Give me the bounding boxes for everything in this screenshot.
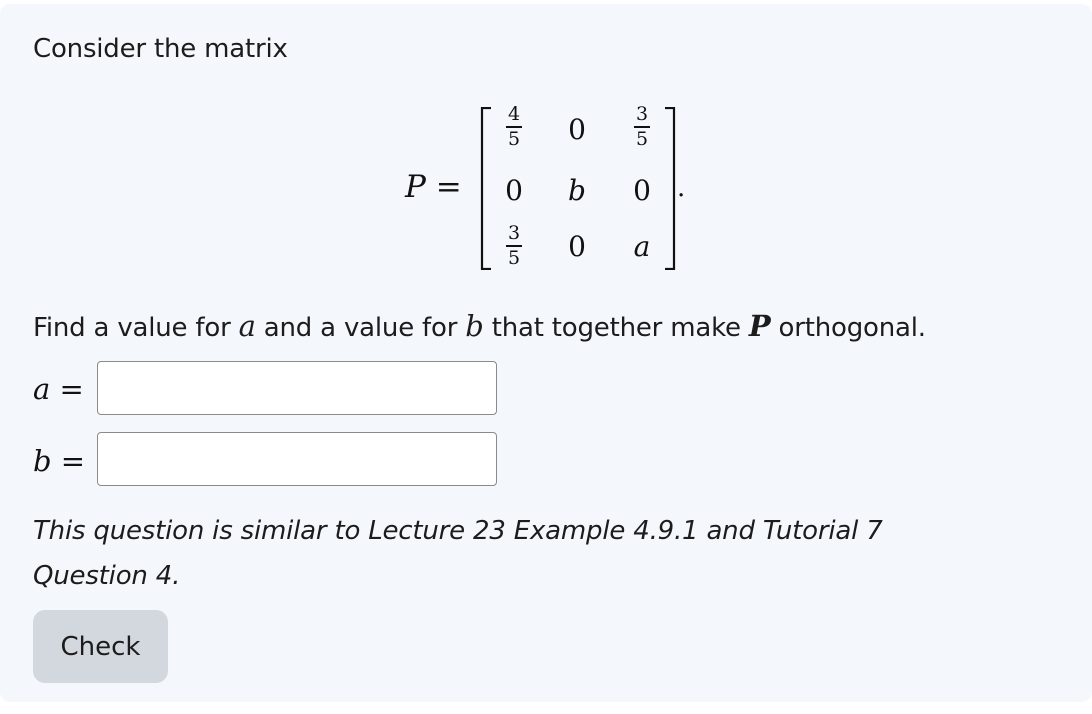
b-label: b = [33,444,86,478]
matrix-cell-1-3: 35 [634,103,650,150]
a-input[interactable] [97,361,497,415]
question-var-a: a [238,309,256,343]
question-card: Consider the matrix P = 45 0 35 0 b 0 35… [0,4,1092,702]
question-part-1: Find a value for [33,313,239,343]
question-part-4: orthogonal. [770,313,926,343]
intro-text: Consider the matrix [33,34,288,64]
matrix-cell-2-1: 0 [505,174,523,207]
question-var-b: b [465,309,484,343]
matrix-cell-3-1: 35 [506,222,522,269]
matrix-left-bracket [480,107,491,270]
a-label: a = [33,372,84,406]
question-part-3: that together make [483,313,749,343]
matrix-label: P = [405,169,462,205]
hint-note: This question is similar to Lecture 23 E… [33,516,883,591]
matrix-period: . [677,173,686,203]
question-text: Find a value for a and a value for b tha… [33,309,926,343]
matrix-cell-2-2: b [568,174,586,207]
matrix-cell-3-3: a [633,230,651,263]
question-part-2: and a value for [255,313,466,343]
matrix-cell-1-1: 45 [506,103,522,150]
matrix-right-bracket [665,107,676,270]
check-button[interactable]: Check [33,610,168,683]
b-input[interactable] [97,432,497,486]
matrix-cell-1-2: 0 [568,113,586,146]
question-var-p: P [748,309,771,343]
matrix-cell-3-2: 0 [568,230,586,263]
matrix-cell-2-3: 0 [633,174,651,207]
